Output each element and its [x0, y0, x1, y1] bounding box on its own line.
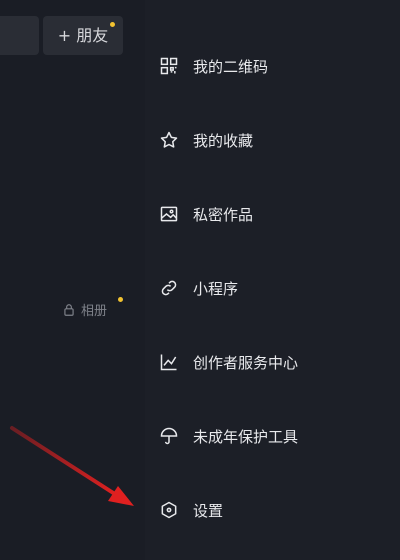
menu-item-qr-code[interactable]: 我的二维码	[159, 50, 268, 82]
search-bar-stub[interactable]	[0, 16, 39, 55]
menu-item-creator-center[interactable]: 创作者服务中心	[159, 346, 298, 378]
menu-item-private-works[interactable]: 私密作品	[159, 198, 253, 230]
menu-item-label: 我的收藏	[193, 131, 254, 150]
lock-icon	[64, 303, 74, 316]
menu-item-label: 私密作品	[193, 205, 254, 224]
menu-item-settings[interactable]: 设置	[159, 494, 223, 526]
menu-item-label: 设置	[193, 501, 224, 520]
menu-item-minor-protection[interactable]: 未成年保护工具	[159, 420, 298, 452]
album-label: 相册	[81, 304, 108, 319]
menu-item-label: 创作者服务中心	[193, 353, 299, 372]
notification-dot	[110, 22, 115, 27]
settings-hex-icon	[161, 501, 177, 519]
menu-item-label: 我的二维码	[193, 57, 269, 76]
album-notification-dot	[118, 297, 123, 302]
menu-item-label: 未成年保护工具	[193, 427, 299, 446]
menu-item-label: 小程序	[193, 279, 239, 298]
side-menu-drawer: 我的二维码 我的收藏 私密作品 小程序 创作者服务中心 未成年保护工具 设置	[145, 0, 400, 560]
link-icon	[161, 280, 177, 296]
star-icon	[160, 131, 178, 148]
add-friend-label: + 朋友	[57, 26, 109, 45]
menu-item-mini-programs[interactable]: 小程序	[159, 272, 238, 304]
umbrella-icon	[160, 427, 178, 445]
chart-icon	[160, 354, 177, 371]
profile-background-pane: + 朋友 相册	[0, 0, 145, 560]
album-link[interactable]: 相册	[62, 300, 107, 319]
menu-item-favorites[interactable]: 我的收藏	[159, 124, 253, 156]
private-image-icon	[160, 206, 178, 222]
qr-code-icon	[160, 57, 178, 75]
